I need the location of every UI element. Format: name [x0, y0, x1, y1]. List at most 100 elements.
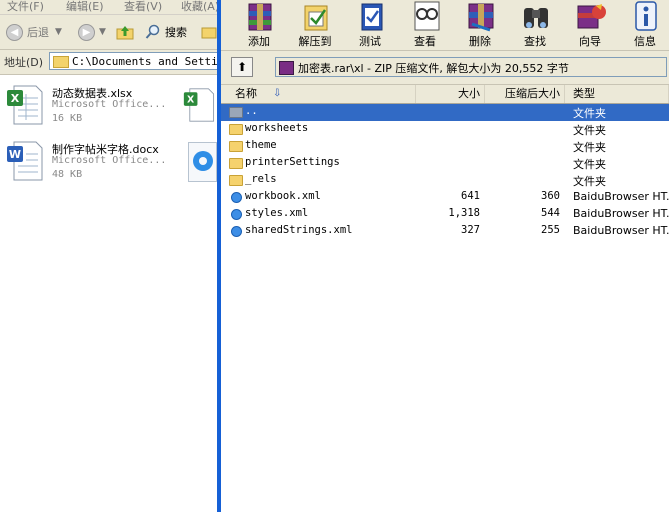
table-row[interactable]: worksheets 文件夹 [221, 121, 669, 138]
search-label: 搜索 [165, 26, 187, 39]
table-row[interactable]: _rels 文件夹 [221, 172, 669, 189]
browser-file-icon [231, 209, 242, 220]
folders-button[interactable] [201, 23, 217, 41]
folder-icon [229, 158, 243, 169]
row-name: .. [245, 105, 258, 117]
test-button[interactable]: 测试 [342, 0, 398, 50]
back-arrow-icon: ◀ [6, 23, 23, 41]
add-button[interactable]: 添加 [231, 0, 287, 50]
archive-path-field[interactable]: 加密表.rar\xl - ZIP 压缩文件, 解包大小为 20,552 字节 [275, 57, 667, 77]
folder-icon [229, 175, 243, 186]
table-row[interactable]: workbook.xml 641 360 BaiduBrowser HT... [221, 189, 669, 206]
file-size: 16 KB [52, 113, 83, 124]
row-type: 文件夹 [573, 158, 606, 171]
binoculars-icon [524, 8, 548, 28]
row-name: styles.xml [245, 207, 309, 219]
file-list[interactable]: 名称 ⇩ 大小 压缩后大小 类型 .. 文件夹 worksheets 文件夹 theme… [221, 84, 669, 513]
info-button[interactable]: 信息 [617, 0, 669, 50]
folder-up-icon [229, 107, 243, 118]
view-button[interactable]: 查看 [397, 0, 453, 50]
column-name-label: 名称 [235, 87, 257, 100]
explorer-toolbar: ◀ 后退 ▼ ▶ ▼ 搜索 [0, 15, 217, 50]
delete-label: 删除 [469, 35, 491, 48]
rar-archive-icon [279, 61, 294, 75]
test-label: 测试 [359, 35, 381, 48]
info-label: 信息 [634, 35, 656, 48]
row-name: _rels [245, 173, 277, 185]
address-input[interactable]: C:\Documents and Settings [49, 52, 238, 70]
row-size: 641 [461, 190, 480, 202]
row-type: 文件夹 [573, 107, 606, 120]
menu-favorites[interactable]: 收藏(A) [181, 0, 219, 14]
browser-file-icon [231, 226, 242, 237]
address-bar: 地址(D) C:\Documents and Settings [0, 50, 238, 75]
find-button[interactable]: 查找 [507, 0, 563, 50]
winrar-toolbar: 添加 解压到 测试 查看 删除 查找 向导 信息 [221, 0, 669, 51]
view-icon [414, 1, 440, 31]
row-type: 文件夹 [573, 124, 606, 137]
row-name: printerSettings [245, 156, 340, 168]
row-name: theme [245, 139, 277, 151]
find-label: 查找 [524, 35, 546, 48]
column-type-label: 类型 [573, 87, 595, 100]
svg-text:W: W [9, 148, 21, 161]
archive-path-text: 加密表.rar\xl - ZIP 压缩文件, 解包大小为 20,552 字节 [298, 62, 569, 75]
back-label: 后退 [27, 26, 49, 39]
up-folder-button[interactable] [116, 23, 134, 41]
row-name: worksheets [245, 122, 309, 134]
row-packed-size: 255 [541, 224, 560, 236]
table-row[interactable]: printerSettings 文件夹 [221, 155, 669, 172]
column-packed-label: 压缩后大小 [505, 87, 560, 100]
file-type: Microsoft Office... [52, 99, 167, 110]
archive-path-bar: ⬆ 加密表.rar\xl - ZIP 压缩文件, 解包大小为 20,552 字节 [221, 55, 669, 79]
column-type[interactable]: 类型 [565, 85, 669, 103]
back-button[interactable]: ◀ 后退 ▼ [6, 23, 62, 41]
folder-icon [229, 124, 243, 135]
file-size: 48 KB [52, 169, 83, 180]
file-type: Microsoft Office... [52, 155, 167, 166]
table-row[interactable]: .. 文件夹 [221, 104, 669, 121]
up-one-level-button[interactable]: ⬆ [231, 57, 253, 77]
row-packed-size: 360 [541, 190, 560, 202]
extract-to-label: 解压到 [298, 35, 332, 48]
table-row[interactable]: theme 文件夹 [221, 138, 669, 155]
address-value: C:\Documents and Settings [72, 55, 238, 68]
chevron-down-icon: ▼ [55, 27, 62, 37]
forward-arrow-icon: ▶ [78, 23, 95, 41]
forward-button[interactable]: ▶ ▼ [78, 23, 106, 41]
wizard-button[interactable]: 向导 [562, 0, 618, 50]
menu-file[interactable]: 文件(F) [7, 0, 44, 14]
word-file-icon: W [7, 141, 43, 181]
folder-icon [53, 56, 69, 68]
wizard-icon [577, 4, 606, 29]
column-size-label: 大小 [458, 87, 480, 100]
table-row[interactable]: sharedStrings.xml 327 255 BaiduBrowser HT..… [221, 223, 669, 240]
row-name: sharedStrings.xml [245, 224, 353, 236]
folder-icon [229, 141, 243, 152]
file-item[interactable]: X 动态数据表.xlsx Microsoft Office... 16 KB [0, 84, 180, 130]
column-packed[interactable]: 压缩后大小 [485, 85, 565, 103]
row-type: BaiduBrowser HT... [573, 190, 669, 203]
search-icon [145, 24, 160, 39]
file-item[interactable]: W 制作字帖米字格.docx Microsoft Office... 48 KB [0, 140, 180, 186]
excel-file-icon[interactable]: X [183, 84, 217, 126]
folders-icon [201, 27, 217, 39]
menu-view[interactable]: 查看(V) [124, 0, 162, 14]
row-type: BaiduBrowser HT... [573, 207, 669, 220]
view-label: 查看 [414, 35, 436, 48]
delete-icon [468, 3, 494, 32]
row-packed-size: 544 [541, 207, 560, 219]
excel-file-icon: X [7, 85, 43, 125]
menu-edit[interactable]: 编辑(E) [66, 0, 104, 14]
column-size[interactable]: 大小 [416, 85, 485, 103]
browser-file-icon[interactable] [188, 142, 217, 182]
extract-to-button[interactable]: 解压到 [287, 0, 343, 50]
column-name[interactable]: 名称 ⇩ [221, 85, 416, 103]
file-list-header: 名称 ⇩ 大小 压缩后大小 类型 [221, 85, 669, 104]
wizard-label: 向导 [579, 35, 601, 48]
explorer-menubar: 文件(F) 编辑(E) 查看(V) 收藏(A) [0, 0, 219, 15]
search-button[interactable]: 搜索 [145, 23, 187, 41]
row-type: BaiduBrowser HT... [573, 224, 669, 237]
table-row[interactable]: styles.xml 1,318 544 BaiduBrowser HT... [221, 206, 669, 223]
delete-button[interactable]: 删除 [452, 0, 508, 50]
